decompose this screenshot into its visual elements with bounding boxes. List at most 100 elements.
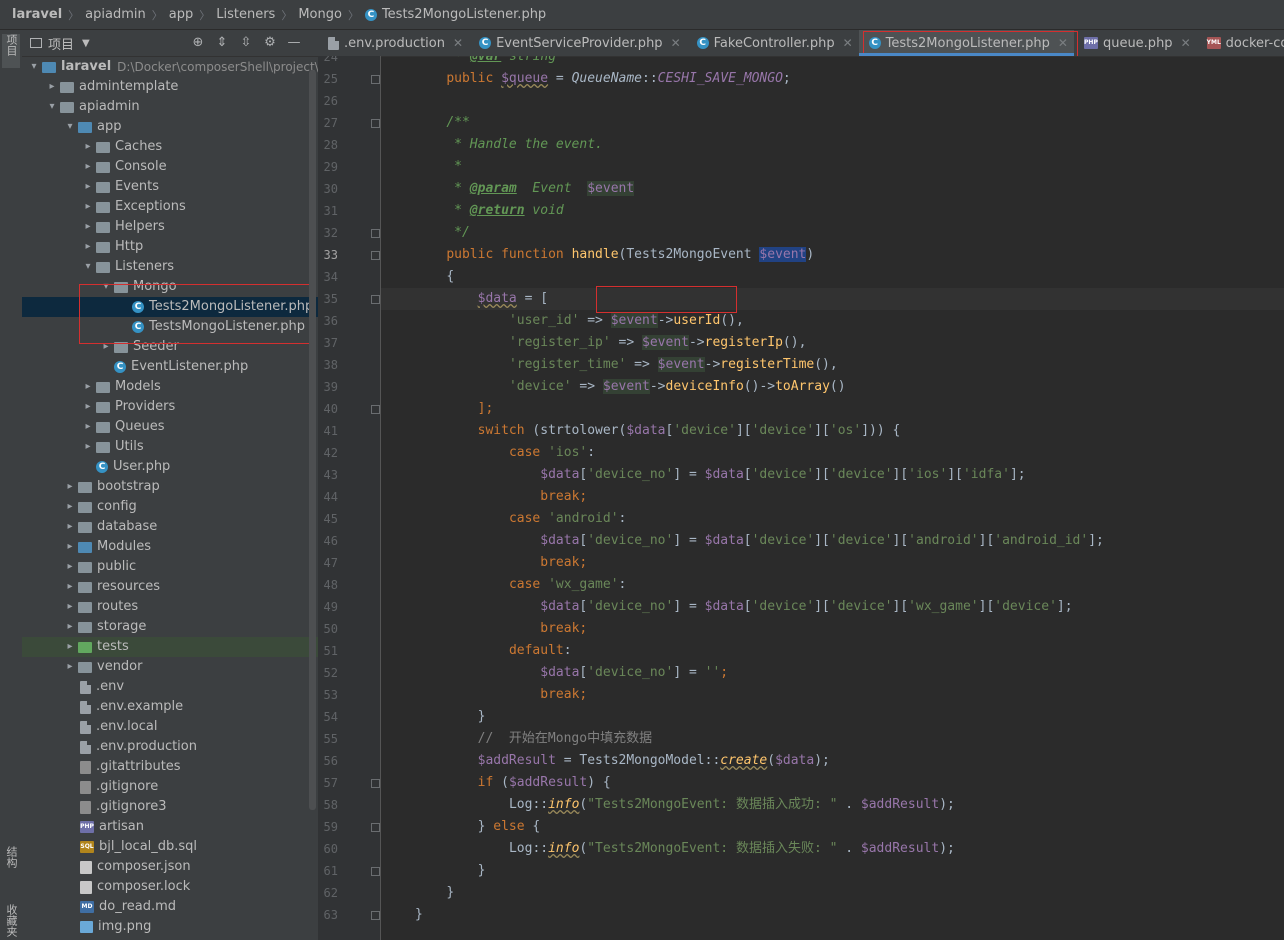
- tree-item-config[interactable]: ▸ config: [22, 497, 318, 517]
- chevron-right-icon[interactable]: ▸: [62, 657, 78, 677]
- tree-item-img[interactable]: img.png: [22, 917, 318, 937]
- tree-scrollbar[interactable]: [309, 70, 316, 810]
- tree-item-listeners[interactable]: ▾ Listeners: [22, 257, 318, 277]
- tree-item-console[interactable]: ▸ Console: [22, 157, 318, 177]
- chevron-right-icon[interactable]: ▸: [80, 397, 96, 417]
- tree-item-env-example[interactable]: .env.example: [22, 697, 318, 717]
- tree-item-sql[interactable]: SQL bjl_local_db.sql: [22, 837, 318, 857]
- tree-item-bootstrap[interactable]: ▸ bootstrap: [22, 477, 318, 497]
- breadcrumb-item-listeners[interactable]: Listeners: [216, 7, 275, 22]
- fold-marker-icon[interactable]: [371, 405, 380, 414]
- chevron-right-icon[interactable]: ▸: [80, 377, 96, 397]
- tree-item-helpers[interactable]: ▸ Helpers: [22, 217, 318, 237]
- chevron-right-icon[interactable]: ▸: [80, 177, 96, 197]
- tree-item-artisan[interactable]: PHP artisan: [22, 817, 318, 837]
- tree-item-tests[interactable]: ▸ tests: [22, 637, 318, 657]
- chevron-down-icon[interactable]: ▾: [62, 117, 78, 137]
- breadcrumb-item-laravel[interactable]: laravel: [12, 7, 62, 22]
- tool-tab-structure[interactable]: 结构: [2, 846, 20, 880]
- fold-marker-icon[interactable]: [371, 229, 380, 238]
- breadcrumb-item-file[interactable]: Tests2MongoListener.php: [382, 7, 546, 22]
- chevron-right-icon[interactable]: ▸: [62, 637, 78, 657]
- chevron-right-icon[interactable]: ▸: [62, 597, 78, 617]
- tree-item-events[interactable]: ▸ Events: [22, 177, 318, 197]
- chevron-right-icon[interactable]: ▸: [62, 477, 78, 497]
- locate-icon[interactable]: ⊕: [186, 33, 210, 53]
- tool-tab-favorites[interactable]: 收藏夹: [2, 904, 20, 940]
- tree-item-composer-json[interactable]: composer.json: [22, 857, 318, 877]
- tree-item-providers[interactable]: ▸ Providers: [22, 397, 318, 417]
- tree-item-routes[interactable]: ▸ routes: [22, 597, 318, 617]
- tree-item-composer-lock[interactable]: composer.lock: [22, 877, 318, 897]
- chevron-right-icon[interactable]: ▸: [62, 617, 78, 637]
- breadcrumb-item-mongo[interactable]: Mongo: [298, 7, 342, 22]
- tree-item-tests2mongolistener[interactable]: C Tests2MongoListener.php: [22, 297, 318, 317]
- chevron-right-icon[interactable]: ▸: [80, 417, 96, 437]
- tree-item-env-production[interactable]: .env.production: [22, 737, 318, 757]
- fold-marker-icon[interactable]: [371, 823, 380, 832]
- chevron-right-icon[interactable]: ▸: [62, 557, 78, 577]
- tree-item-do-read[interactable]: MD do_read.md: [22, 897, 318, 917]
- close-icon[interactable]: ✕: [843, 36, 853, 50]
- tree-item-apiadmin[interactable]: ▾ apiadmin: [22, 97, 318, 117]
- tab-env-production[interactable]: .env.production ✕: [318, 30, 469, 56]
- tree-item-resources[interactable]: ▸ resources: [22, 577, 318, 597]
- chevron-down-icon[interactable]: ▾: [98, 277, 114, 297]
- close-icon[interactable]: ✕: [453, 36, 463, 50]
- chevron-right-icon[interactable]: ▸: [98, 337, 114, 357]
- gear-icon[interactable]: ⚙: [258, 33, 282, 53]
- chevron-right-icon[interactable]: ▸: [62, 577, 78, 597]
- tab-tests2mongolistener[interactable]: C Tests2MongoListener.php ✕: [858, 30, 1078, 56]
- chevron-down-icon[interactable]: ▾: [44, 97, 60, 117]
- tree-item-env-local[interactable]: .env.local: [22, 717, 318, 737]
- fold-marker-icon[interactable]: [371, 251, 380, 260]
- minimize-icon[interactable]: —: [282, 33, 306, 53]
- chevron-right-icon[interactable]: ▸: [80, 157, 96, 177]
- project-panel-title[interactable]: 项目: [48, 34, 74, 53]
- chevron-down-icon[interactable]: ▾: [80, 257, 96, 277]
- chevron-right-icon[interactable]: ▸: [80, 197, 96, 217]
- tree-item-caches[interactable]: ▸ Caches: [22, 137, 318, 157]
- tree-item-testsmongolistener[interactable]: C TestsMongoListener.php: [22, 317, 318, 337]
- breadcrumb-item-app[interactable]: app: [169, 7, 193, 22]
- expand-all-icon[interactable]: ⇕: [210, 33, 234, 53]
- tree-item-vendor[interactable]: ▸ vendor: [22, 657, 318, 677]
- chevron-right-icon[interactable]: ▸: [80, 137, 96, 157]
- close-icon[interactable]: ✕: [1181, 36, 1191, 50]
- chevron-right-icon[interactable]: ▸: [62, 517, 78, 537]
- tree-item-user-php[interactable]: C User.php: [22, 457, 318, 477]
- breadcrumb-item-apiadmin[interactable]: apiadmin: [85, 7, 146, 22]
- fold-marker-icon[interactable]: [371, 75, 380, 84]
- tree-item-gitignore[interactable]: .gitignore: [22, 777, 318, 797]
- chevron-right-icon[interactable]: ▸: [62, 537, 78, 557]
- tree-item-database[interactable]: ▸ database: [22, 517, 318, 537]
- tree-item-http[interactable]: ▸ Http: [22, 237, 318, 257]
- tool-tab-project[interactable]: 项目: [2, 34, 20, 68]
- tree-item-app[interactable]: ▾ app: [22, 117, 318, 137]
- tree-item-utils[interactable]: ▸ Utils: [22, 437, 318, 457]
- fold-marker-icon[interactable]: [371, 867, 380, 876]
- chevron-right-icon[interactable]: ▸: [80, 237, 96, 257]
- tree-item-public[interactable]: ▸ public: [22, 557, 318, 577]
- tree-item-models[interactable]: ▸ Models: [22, 377, 318, 397]
- tab-eventserviceprovider[interactable]: C EventServiceProvider.php ✕: [469, 30, 687, 56]
- tab-docker-compose[interactable]: YML docker-compose.yml: [1197, 30, 1284, 56]
- tree-item-seeder[interactable]: ▸ Seeder: [22, 337, 318, 357]
- tab-fakecontroller[interactable]: C FakeController.php ✕: [687, 30, 859, 56]
- fold-marker-icon[interactable]: [371, 295, 380, 304]
- tree-item-admintemplate[interactable]: ▸ admintemplate: [22, 77, 318, 97]
- chevron-right-icon[interactable]: ▸: [80, 217, 96, 237]
- tree-item-queues[interactable]: ▸ Queues: [22, 417, 318, 437]
- tree-item-storage[interactable]: ▸ storage: [22, 617, 318, 637]
- collapse-all-icon[interactable]: ⇳: [234, 33, 258, 53]
- tree-item-modules[interactable]: ▸ Modules: [22, 537, 318, 557]
- chevron-down-icon[interactable]: ▾: [26, 57, 42, 77]
- tree-item-exceptions[interactable]: ▸ Exceptions: [22, 197, 318, 217]
- close-icon[interactable]: ✕: [1058, 36, 1068, 50]
- chevron-right-icon[interactable]: ▸: [62, 497, 78, 517]
- chevron-right-icon[interactable]: ▸: [44, 77, 60, 97]
- tab-queue[interactable]: PHP queue.php ✕: [1074, 30, 1197, 56]
- fold-marker-icon[interactable]: [371, 911, 380, 920]
- fold-marker-icon[interactable]: [371, 779, 380, 788]
- tree-item-eventlistener[interactable]: C EventListener.php: [22, 357, 318, 377]
